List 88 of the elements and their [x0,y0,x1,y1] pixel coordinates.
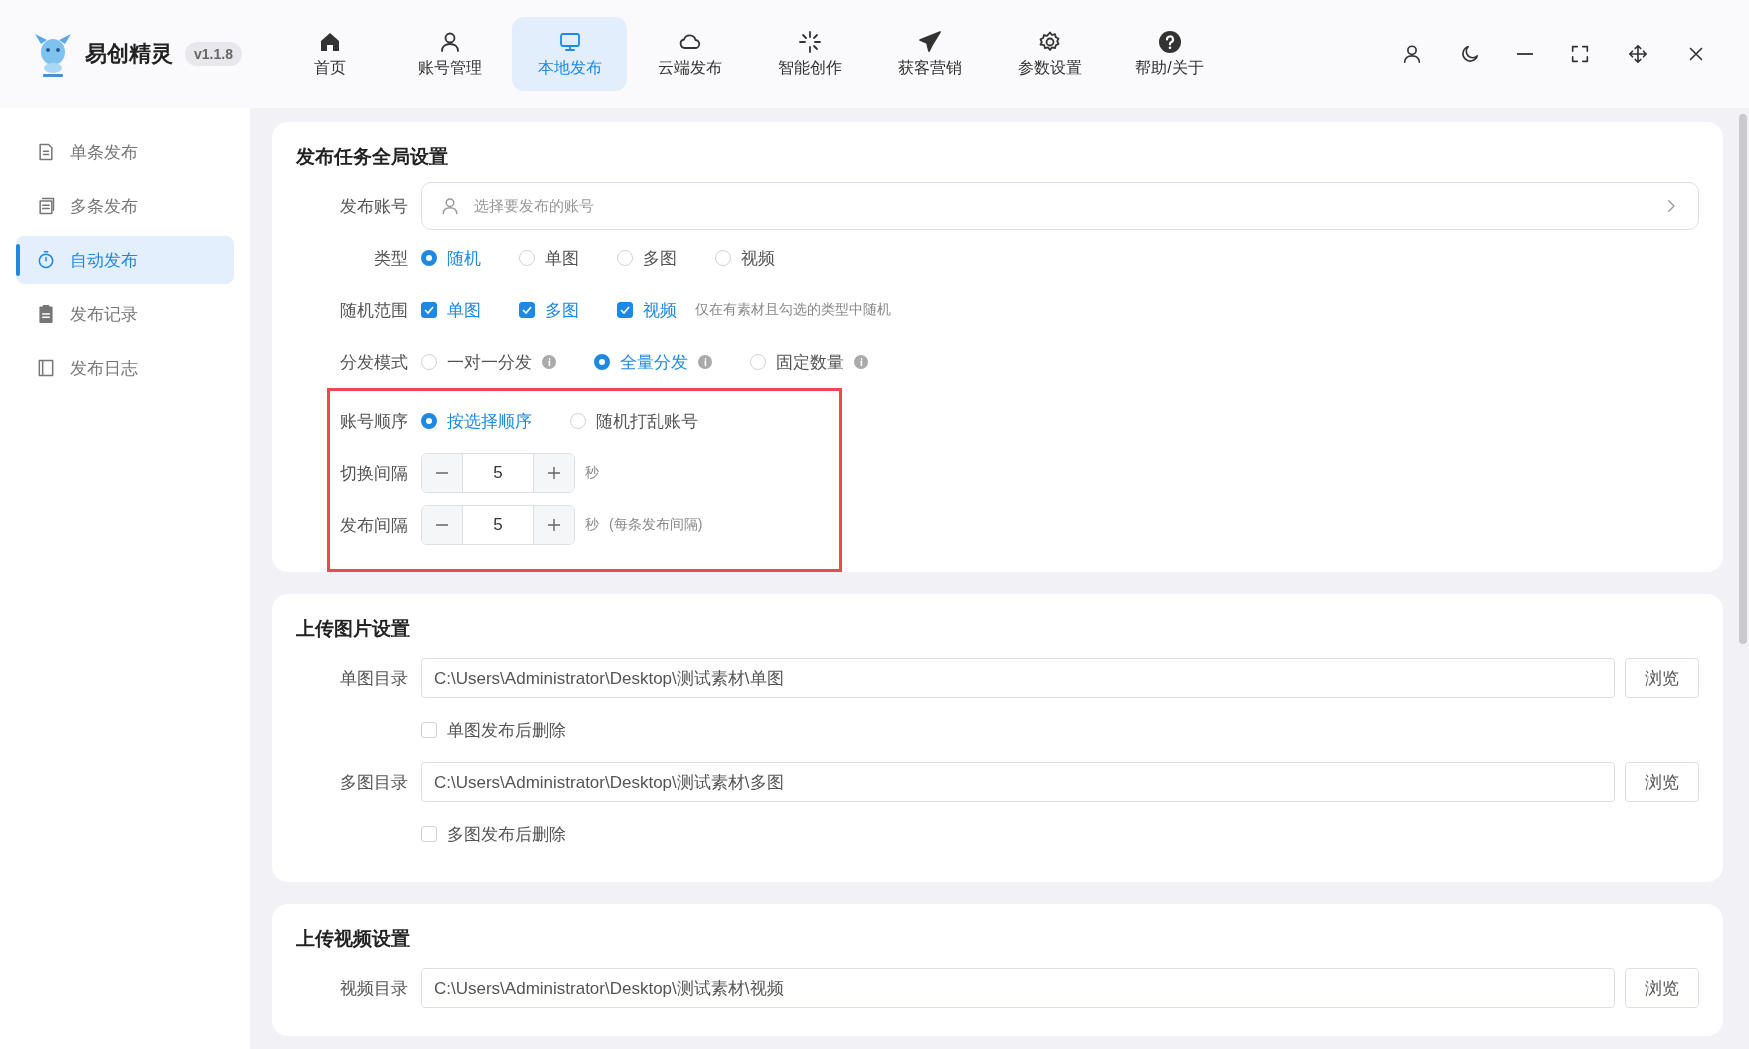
option-label[interactable]: 一对一分发 [447,350,532,374]
nav-tab[interactable]: 云端发布 [632,17,747,91]
radio-button[interactable] [421,413,437,429]
browse-button[interactable]: 浏览 [1625,762,1699,802]
minimize-icon[interactable] [1517,53,1533,55]
decrement-button[interactable] [422,506,462,544]
info-icon[interactable] [698,355,712,369]
section-title: 上传图片设置 [296,617,411,641]
sparkle-icon [797,29,822,54]
checkbox[interactable] [421,302,437,318]
path-input[interactable]: C:\Users\Administrator\Desktop\测试素材\视频 [421,968,1615,1008]
field-label: 账号顺序 [339,410,408,433]
note-text: (每条发布间隔) [609,516,703,534]
option-label[interactable]: 多图 [643,246,677,270]
book-icon [36,358,56,378]
option-label[interactable]: 多图 [545,298,579,322]
minus-icon [434,472,450,474]
section-title: 上传视频设置 [296,927,411,951]
sidebar-item[interactable]: 单条发布 [16,128,234,176]
help-icon [1157,29,1182,54]
checkbox-label[interactable]: 多图发布后删除 [447,822,566,846]
unit-text: 秒 [585,516,599,534]
field-label: 多图目录 [339,771,408,794]
checkbox[interactable] [519,302,535,318]
option-label[interactable]: 视频 [643,298,677,322]
checkbox-label[interactable]: 单图发布后删除 [447,718,566,742]
version-badge: v1.1.8 [185,42,242,66]
document-icon [36,142,56,162]
plus-icon [547,518,561,532]
gear-icon [1037,29,1062,54]
path-input[interactable]: C:\Users\Administrator\Desktop\测试素材\多图 [421,762,1615,802]
decrement-button[interactable] [422,454,462,492]
minus-icon [434,524,450,526]
unit-text: 秒 [585,464,599,482]
number-input[interactable]: 5 [462,506,534,544]
option-label[interactable]: 固定数量 [776,350,844,374]
field-label: 发布间隔 [339,514,408,537]
paper-plane-icon [917,29,942,54]
field-label: 单图目录 [339,667,408,690]
option-label[interactable]: 视频 [741,246,775,270]
fullscreen-icon [1569,43,1591,65]
stopwatch-icon [36,250,56,270]
field-label: 视频目录 [339,977,408,1000]
option-label[interactable]: 随机打乱账号 [596,409,698,433]
option-label[interactable]: 全量分发 [620,350,688,374]
clipboard-icon [36,304,56,324]
scrollbar[interactable] [1739,114,1747,644]
field-label: 类型 [373,247,408,270]
checkbox[interactable] [617,302,633,318]
path-input[interactable]: C:\Users\Administrator\Desktop\测试素材\单图 [421,658,1615,698]
number-stepper[interactable]: 5 [421,453,575,493]
hint-text: 仅在有素材且勾选的类型中随机 [695,301,891,319]
option-label[interactable]: 单图 [447,298,481,322]
moon-icon [1459,43,1481,65]
radio-button[interactable] [421,250,437,266]
number-stepper[interactable]: 5 [421,505,575,545]
option-label[interactable]: 单图 [545,246,579,270]
radio-button[interactable] [594,354,610,370]
number-input[interactable]: 5 [462,454,534,492]
field-label: 发布账号 [339,195,408,218]
browse-button[interactable]: 浏览 [1625,658,1699,698]
browse-button[interactable]: 浏览 [1625,968,1699,1008]
nav-tab[interactable]: 智能创作 [752,17,867,91]
user-icon [440,196,460,216]
option-label[interactable]: 按选择顺序 [447,409,532,433]
section-title: 发布任务全局设置 [296,145,449,169]
info-icon[interactable] [542,355,556,369]
move-icon [1627,43,1649,65]
sidebar-item[interactable]: 多条发布 [16,182,234,230]
sidebar-item[interactable]: 发布记录 [16,290,234,338]
field-label: 分发模式 [339,351,408,374]
sidebar-item[interactable]: 发布日志 [16,344,234,392]
user-icon [1401,43,1423,65]
nav-tab[interactable]: 获客营销 [872,17,987,91]
field-label: 随机范围 [339,299,408,322]
documents-icon [36,196,56,216]
app-name: 易创精灵 [85,40,173,68]
option-label[interactable]: 随机 [447,246,481,270]
placeholder-text: 选择要发布的账号 [474,196,594,216]
nav-tab[interactable]: 账号管理 [392,17,507,91]
nav-tab[interactable]: 帮助/关于 [1112,17,1227,91]
nav-tab[interactable]: 首页 [272,17,387,91]
nav-tab[interactable]: 参数设置 [992,17,1107,91]
info-icon[interactable] [854,355,868,369]
field-label: 切换间隔 [339,462,408,485]
plus-icon [547,466,561,480]
increment-button[interactable] [534,506,574,544]
increment-button[interactable] [534,454,574,492]
